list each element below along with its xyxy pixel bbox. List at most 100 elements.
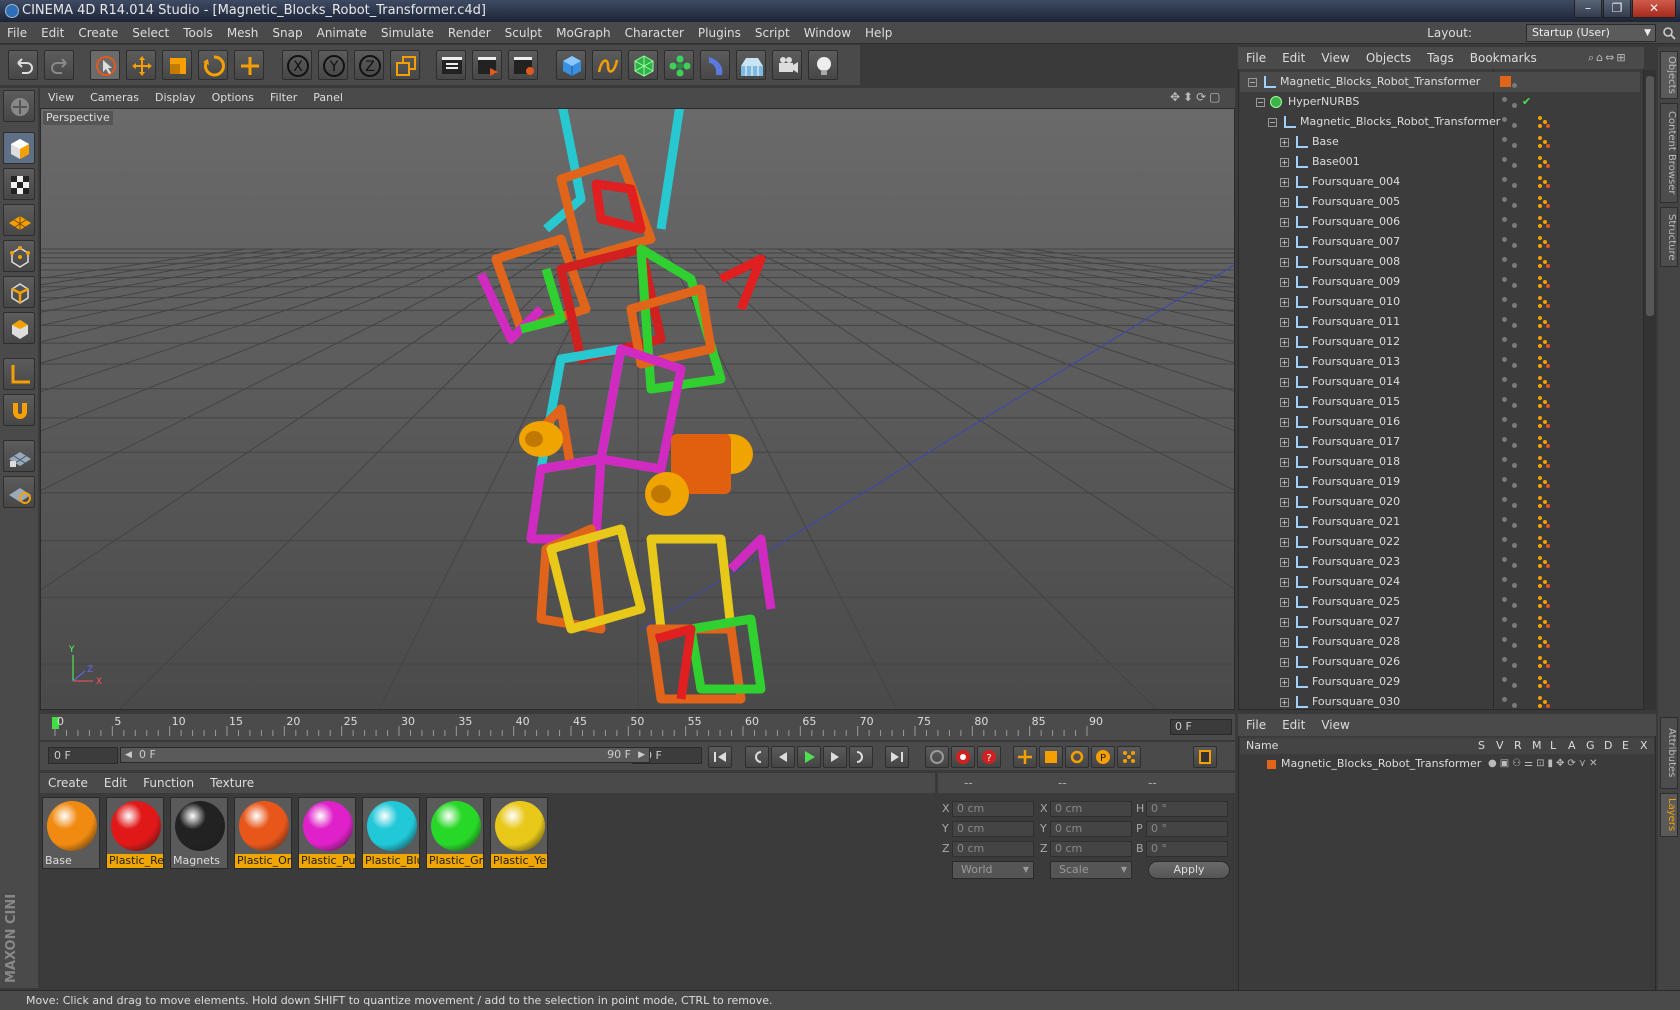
editor-visibility-dot[interactable] [1502, 397, 1507, 402]
editor-visibility-dot[interactable] [1502, 357, 1507, 362]
menu-tools[interactable]: Tools [176, 22, 220, 44]
editor-visibility-dot[interactable] [1502, 117, 1507, 122]
object-row[interactable]: − HyperNURBS ✔ [1240, 92, 1640, 112]
expand-toggle-icon[interactable]: + [1280, 398, 1289, 407]
editor-visibility-dot[interactable] [1502, 157, 1507, 162]
object-row[interactable]: − Magnetic_Blocks_Robot_Transformer [1240, 72, 1640, 92]
render-visibility-dot[interactable] [1512, 183, 1517, 188]
maximize-button[interactable]: ❐ [1603, 0, 1631, 18]
edges-mode-icon[interactable] [3, 276, 35, 308]
go-to-end-icon[interactable] [885, 746, 909, 768]
render-visibility-dot[interactable] [1512, 123, 1517, 128]
phong-tag-icon[interactable] [1537, 335, 1551, 349]
menu-help[interactable]: Help [858, 22, 899, 44]
material-magnets[interactable]: Magnets [170, 797, 228, 869]
object-row[interactable]: + Foursquare_010 [1240, 292, 1640, 312]
render-visibility-dot[interactable] [1512, 203, 1517, 208]
enabled-check-icon[interactable]: ✔ [1522, 92, 1531, 112]
editor-visibility-dot[interactable] [1502, 97, 1507, 102]
editor-visibility-dot[interactable] [1502, 137, 1507, 142]
render-visibility-dot[interactable] [1512, 263, 1517, 268]
phong-tag-icon[interactable] [1537, 455, 1551, 469]
menu-select[interactable]: Select [125, 22, 176, 44]
object-row[interactable]: + Foursquare_029 [1240, 672, 1640, 692]
object-row[interactable]: + Foursquare_028 [1240, 632, 1640, 652]
tab-objects[interactable]: Objects [1660, 51, 1678, 99]
tab-layers[interactable]: Layers [1660, 793, 1678, 837]
material-plastic-yellow[interactable]: Plastic_Yellow [490, 797, 548, 869]
keyframe-selection-icon[interactable]: ? [977, 746, 1001, 768]
viewport-menu-panel[interactable]: Panel [305, 88, 351, 108]
menu-simulate[interactable]: Simulate [374, 22, 441, 44]
viewport-menu-filter[interactable]: Filter [262, 88, 305, 108]
editor-visibility-dot[interactable] [1502, 497, 1507, 502]
expand-toggle-icon[interactable]: + [1280, 338, 1289, 347]
editor-visibility-dot[interactable] [1502, 697, 1507, 702]
frame-range-slider[interactable]: ◀ 0 F 90 F ▶ [120, 747, 650, 763]
layer-column-a[interactable]: A [1568, 738, 1576, 754]
floor-icon[interactable] [736, 50, 766, 80]
render-visibility-dot[interactable] [1512, 683, 1517, 688]
light-icon[interactable] [808, 50, 838, 80]
next-frame-icon[interactable] [823, 746, 847, 768]
add-object-icon[interactable] [234, 50, 264, 80]
expand-toggle-icon[interactable]: + [1280, 658, 1289, 667]
expand-toggle-icon[interactable]: + [1280, 358, 1289, 367]
phong-tag-icon[interactable] [1537, 275, 1551, 289]
x-axis-icon[interactable]: X [282, 50, 312, 80]
object-row[interactable]: + Foursquare_008 [1240, 252, 1640, 272]
editor-visibility-dot[interactable] [1502, 297, 1507, 302]
render-visibility-dot[interactable] [1512, 283, 1517, 288]
layer-column-name[interactable]: Name [1246, 738, 1278, 754]
axis-icon[interactable] [3, 358, 35, 390]
apply-button[interactable]: Apply [1148, 861, 1230, 879]
search-icon[interactable] [1662, 26, 1676, 40]
record-keys-icon[interactable] [925, 746, 949, 768]
move-icon[interactable] [126, 50, 156, 80]
object-manager-scrollbar[interactable] [1644, 70, 1656, 710]
object-row[interactable]: + Foursquare_026 [1240, 652, 1640, 672]
coord-field[interactable]: 0 cm [1050, 821, 1132, 837]
menu-snap[interactable]: Snap [265, 22, 309, 44]
phong-tag-icon[interactable] [1537, 415, 1551, 429]
phong-tag-icon[interactable] [1537, 155, 1551, 169]
layer-menu-edit[interactable]: Edit [1274, 714, 1313, 736]
phong-tag-icon[interactable] [1537, 575, 1551, 589]
material-plastic-red[interactable]: Plastic_Red [106, 797, 164, 869]
render-visibility-dot[interactable] [1512, 563, 1517, 568]
expand-toggle-icon[interactable]: + [1280, 518, 1289, 527]
layer-column-v[interactable]: V [1496, 738, 1504, 754]
coord-field[interactable]: 0 cm [952, 841, 1034, 857]
expand-toggle-icon[interactable]: + [1280, 458, 1289, 467]
layer-row[interactable]: Magnetic_Blocks_Robot_Transformer ●▣⚇⚌⊡▮… [1240, 755, 1654, 773]
object-row[interactable]: + Foursquare_021 [1240, 512, 1640, 532]
object-row[interactable]: + Foursquare_004 [1240, 172, 1640, 192]
key-parameter-icon[interactable]: P [1091, 746, 1115, 768]
phong-tag-icon[interactable] [1537, 595, 1551, 609]
render-picture-viewer-icon[interactable] [472, 50, 502, 80]
render-visibility-dot[interactable] [1512, 703, 1517, 708]
tab-content-browser[interactable]: Content Browser [1660, 103, 1678, 203]
expand-toggle-icon[interactable]: + [1280, 578, 1289, 587]
expand-toggle-icon[interactable]: + [1280, 238, 1289, 247]
start-frame-field[interactable]: 0 F [48, 747, 118, 764]
layer-column-g[interactable]: G [1586, 738, 1595, 754]
object-row[interactable]: − Magnetic_Blocks_Robot_Transformer [1240, 112, 1640, 132]
layout-select[interactable]: Startup (User) ▼ [1526, 24, 1656, 42]
layer-toggle-icons[interactable]: ●▣⚇⚌⊡▮✥⟳⋎✕ [1488, 755, 1600, 773]
subdivision-surface-icon[interactable] [628, 50, 658, 80]
snapping-icon[interactable] [3, 440, 35, 472]
magnet-icon[interactable] [3, 394, 35, 426]
key-pla-icon[interactable] [1117, 746, 1141, 768]
menu-plugins[interactable]: Plugins [691, 22, 748, 44]
render-visibility-dot[interactable] [1512, 343, 1517, 348]
editor-visibility-dot[interactable] [1502, 537, 1507, 542]
key-rotation-icon[interactable] [1065, 746, 1089, 768]
y-axis-icon[interactable]: Y [318, 50, 348, 80]
layer-column-x[interactable]: X [1640, 738, 1648, 754]
phong-tag-icon[interactable] [1537, 695, 1551, 709]
object-row[interactable]: + Base001 [1240, 152, 1640, 172]
coord-field[interactable]: 0 cm [1050, 841, 1132, 857]
tab-structure[interactable]: Structure [1660, 207, 1678, 267]
object-row[interactable]: + Foursquare_023 [1240, 552, 1640, 572]
